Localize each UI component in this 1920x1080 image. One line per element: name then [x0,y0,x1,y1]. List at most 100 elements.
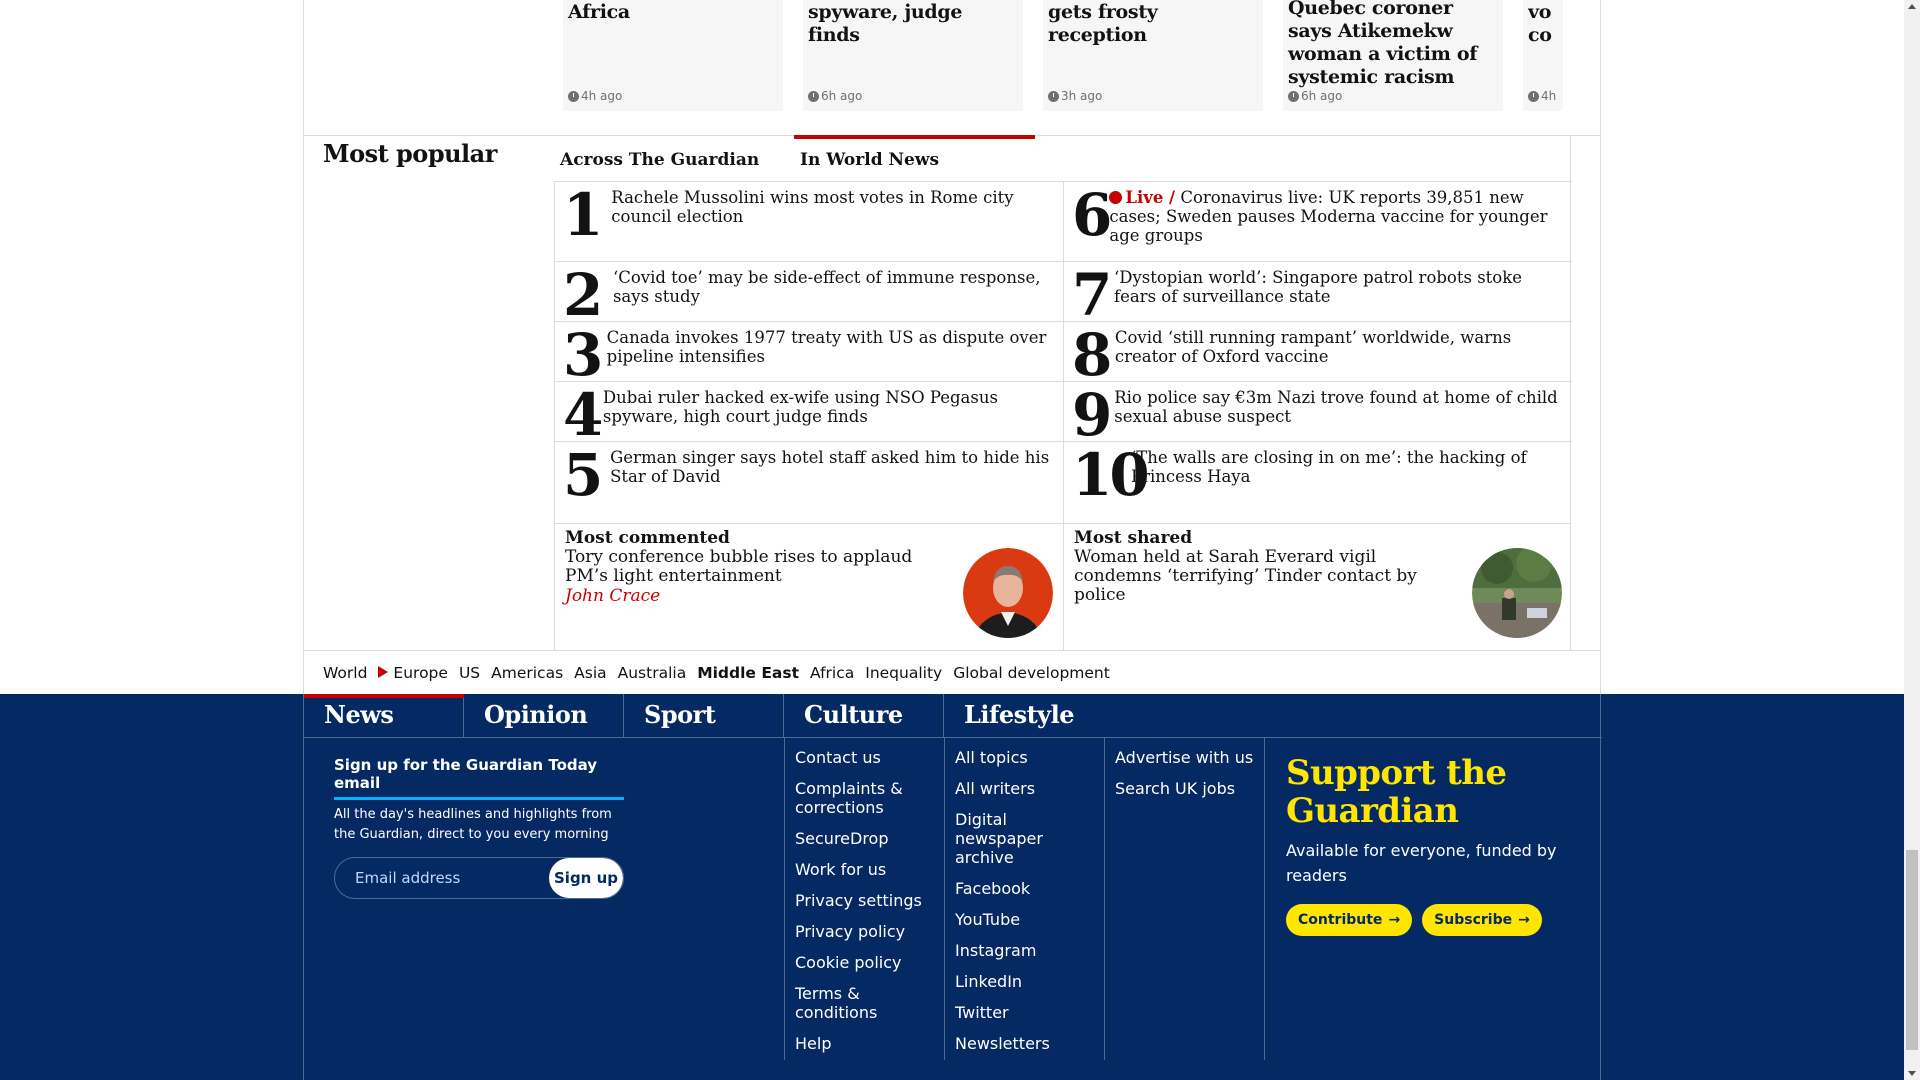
subnav-item-americas[interactable]: Americas [491,664,563,682]
rank-number: 2 [563,261,603,329]
footer-link[interactable]: Search UK jobs [1115,779,1255,798]
subnav-item-middle-east[interactable]: Middle East [697,664,799,682]
card-headline[interactable]: vo co [1528,1,1556,47]
footer-link[interactable]: LinkedIn [955,972,1095,991]
list-item[interactable]: 9 Rio police say €3m Nazi trove found at… [1064,381,1572,449]
list-item[interactable]: 10 ‘The walls are closing in on me’: the… [1064,441,1572,524]
item-headline[interactable]: ‘Dystopian world’: Singapore patrol robo… [1114,262,1572,321]
tab-across-the-guardian[interactable]: Across The Guardian [554,135,795,182]
item-headline[interactable]: German singer says hotel staff asked him… [610,442,1063,524]
tab-in-world-news[interactable]: In World News [794,135,1035,182]
footer-link[interactable]: All topics [955,748,1095,767]
footer-divider [1264,738,1265,1060]
support-the-guardian: Support the Guardian Available for every… [1286,754,1586,936]
subnav-item-world[interactable]: World [323,664,367,682]
subnav-item-africa[interactable]: Africa [810,664,854,682]
section-subnav: World Europe US Americas Asia Australia … [303,650,1601,694]
list-item[interactable]: 7 ‘Dystopian world’: Singapore patrol ro… [1064,261,1572,324]
footer-link[interactable]: Terms & conditions [795,984,935,1022]
footer-link[interactable]: Advertise with us [1115,748,1255,767]
subnav-item-asia[interactable]: Asia [574,664,606,682]
most-commented-headline[interactable]: Tory conference bubble rises to applaud … [565,548,960,586]
scroll-up-icon[interactable] [1908,4,1916,9]
footer-link[interactable]: Facebook [955,879,1095,898]
item-headline[interactable]: Rio police say €3m Nazi trove found at h… [1114,382,1572,441]
pillar-culture[interactable]: Culture [784,694,944,738]
footer-link[interactable]: Digital newspaper archive [955,810,1095,867]
author-thumbnail [963,548,1053,638]
scroll-down-icon[interactable] [1908,1071,1916,1076]
item-headline[interactable]: ‘Covid toe’ may be side-effect of immune… [613,262,1063,321]
carousel-card[interactable]: conference speech gets frosty reception … [1043,0,1263,111]
list-item[interactable]: 8 Covid ‘still running rampant’ worldwid… [1064,321,1572,384]
footer-container: News Opinion Sport Culture Lifestyle Sig… [303,694,1602,1080]
list-item[interactable]: 4 Dubai ruler hacked ex-wife using NSO P… [555,381,1063,449]
footer-link[interactable]: Privacy settings [795,891,935,910]
card-age: 4h ago [568,89,622,103]
footer-link[interactable]: Privacy policy [795,922,935,941]
footer-link[interactable]: Instagram [955,941,1095,960]
vertical-scrollbar[interactable] [1904,0,1920,1080]
support-title: Support the Guardian [1286,753,1507,831]
scrollbar-thumb[interactable] [1906,850,1918,1050]
email-field[interactable] [335,858,549,898]
footer-link[interactable]: Help [795,1034,935,1053]
subnav-item-global-development[interactable]: Global development [953,664,1110,682]
clock-icon [808,90,819,102]
carousel-card[interactable]: using NSO Pegasus spyware, judge finds 6… [803,0,1023,111]
footer-link[interactable]: Cookie policy [795,953,935,972]
subnav-item-label: Europe [393,663,448,682]
footer-link[interactable]: Newsletters [955,1034,1095,1053]
card-headline[interactable]: first vaccine in Africa [568,0,778,24]
item-headline[interactable]: ‘The walls are closing in on me’: the ha… [1131,442,1572,524]
item-headline[interactable]: Covid ‘still running rampant’ worldwide,… [1115,322,1572,381]
live-kicker: Live / [1125,188,1176,207]
list-item[interactable]: 1 Rachele Mussolini wins most votes in R… [555,181,1063,261]
most-shared-headline[interactable]: Woman held at Sarah Everard vigil condem… [1074,548,1469,605]
pillar-lifestyle[interactable]: Lifestyle [944,694,1104,738]
contribute-button[interactable]: Contribute → [1286,904,1413,936]
footer-link[interactable]: Complaints & corrections [795,779,935,817]
arrow-right-icon: → [1388,912,1401,928]
footer-link[interactable]: Contact us [795,748,935,767]
footer-link[interactable]: All writers [955,779,1095,798]
subnav-item-europe[interactable]: Europe [378,664,448,682]
pillar-news[interactable]: News [304,694,464,738]
footer-link[interactable]: Work for us [795,860,935,879]
support-subtitle: Available for everyone, funded by reader… [1286,841,1557,885]
button-label: Subscribe [1434,912,1513,928]
card-headline[interactable]: conference speech gets frosty reception [1048,0,1258,47]
subnav-item-australia[interactable]: Australia [618,664,687,682]
subnav-item-inequality[interactable]: Inequality [865,664,942,682]
most-shared[interactable]: Most shared Woman held at Sarah Everard … [1064,524,1572,651]
list-item[interactable]: 6 Live / Coronavirus live: UK reports 39… [1064,181,1572,261]
subnav-item-us[interactable]: US [459,664,480,682]
pillar-opinion[interactable]: Opinion [464,694,624,738]
footer-link[interactable]: Twitter [955,1003,1095,1022]
most-commented[interactable]: Most commented Tory conference bubble ri… [555,524,1063,651]
rank-number: 4 [563,381,603,449]
pillar-sport[interactable]: Sport [624,694,784,738]
rank-number: 9 [1072,381,1112,449]
carousel-card[interactable]: Quebec coroner says Atikemekw woman a vi… [1283,0,1503,111]
subscribe-button[interactable]: Subscribe → [1422,904,1542,936]
sign-up-button[interactable]: Sign up [549,858,623,898]
clock-icon [1048,90,1059,102]
item-headline[interactable]: Rachele Mussolini wins most votes in Rom… [611,182,1063,261]
carousel-card[interactable]: vo co 4h [1523,0,1563,111]
list-item[interactable]: 5 German singer says hotel staff asked h… [555,441,1063,524]
carousel-card[interactable]: first vaccine in Africa 4h ago [563,0,783,111]
age-text: 4h ago [581,89,623,103]
item-headline[interactable]: Live / Coronavirus live: UK reports 39,8… [1109,182,1572,261]
list-item[interactable]: 2 ‘Covid toe’ may be side-effect of immu… [555,261,1063,329]
footer-link[interactable]: YouTube [955,910,1095,929]
article-thumbnail [1472,548,1562,638]
list-item[interactable]: 3 Canada invokes 1977 treaty with US as … [555,321,1063,384]
card-age: 3h ago [1048,89,1102,103]
age-text: 4h [1541,89,1557,103]
footer-link[interactable]: SecureDrop [795,829,935,848]
item-headline[interactable]: Canada invokes 1977 treaty with US as di… [607,322,1063,381]
item-headline[interactable]: Dubai ruler hacked ex-wife using NSO Peg… [603,382,1063,441]
card-headline[interactable]: using NSO Pegasus spyware, judge finds [808,0,1018,47]
card-headline[interactable]: Quebec coroner says Atikemekw woman a vi… [1288,0,1498,89]
